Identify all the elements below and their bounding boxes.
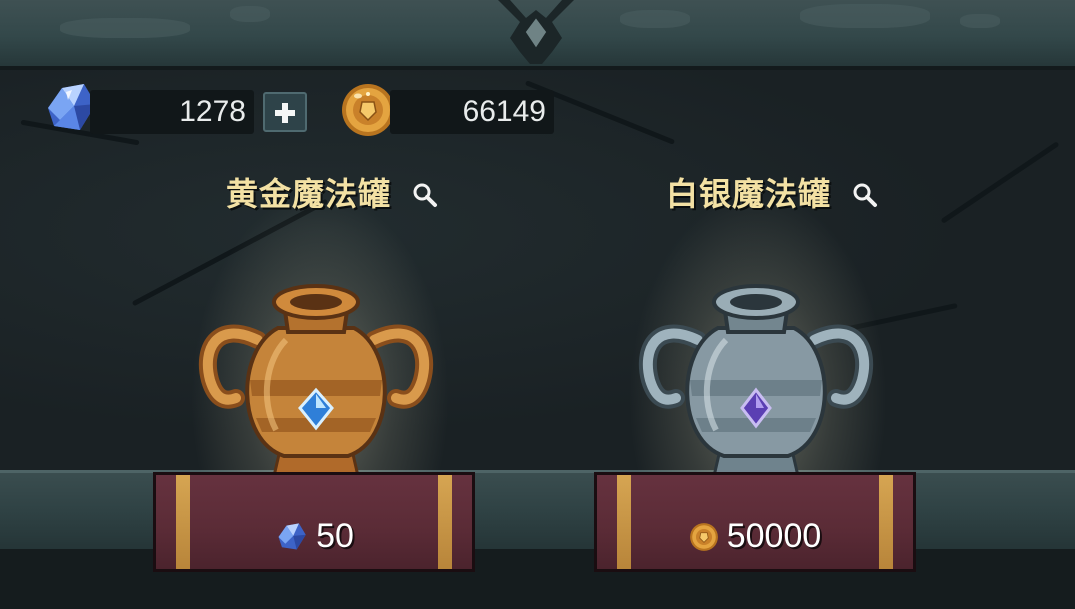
coin-balance: 66149 [390,90,554,134]
gem-balance: 1278 [90,90,254,134]
silver-jar-buy-button[interactable]: 50000 [594,472,916,572]
golden-jar-info-search-icon[interactable] [412,182,438,208]
blue-crystal-icon [278,522,306,549]
silver-jar-price: 50000 [726,517,822,555]
gold-coin-currency-icon [342,84,394,136]
silver-jar-title: 白银魔法罐 [666,175,832,213]
silver-jar-info-search-icon[interactable] [852,182,878,208]
silver-jar-icon[interactable] [636,280,876,490]
golden-jar-title: 黄金魔法罐 [226,175,392,213]
gold-coin-icon [689,522,718,551]
add-gems-button[interactable] [263,92,307,132]
golden-jar-price: 50 [316,517,354,555]
ledge-emblem-icon [498,0,574,64]
golden-jar-icon[interactable] [196,280,436,490]
golden-jar-buy-button[interactable]: 50 [153,472,475,572]
